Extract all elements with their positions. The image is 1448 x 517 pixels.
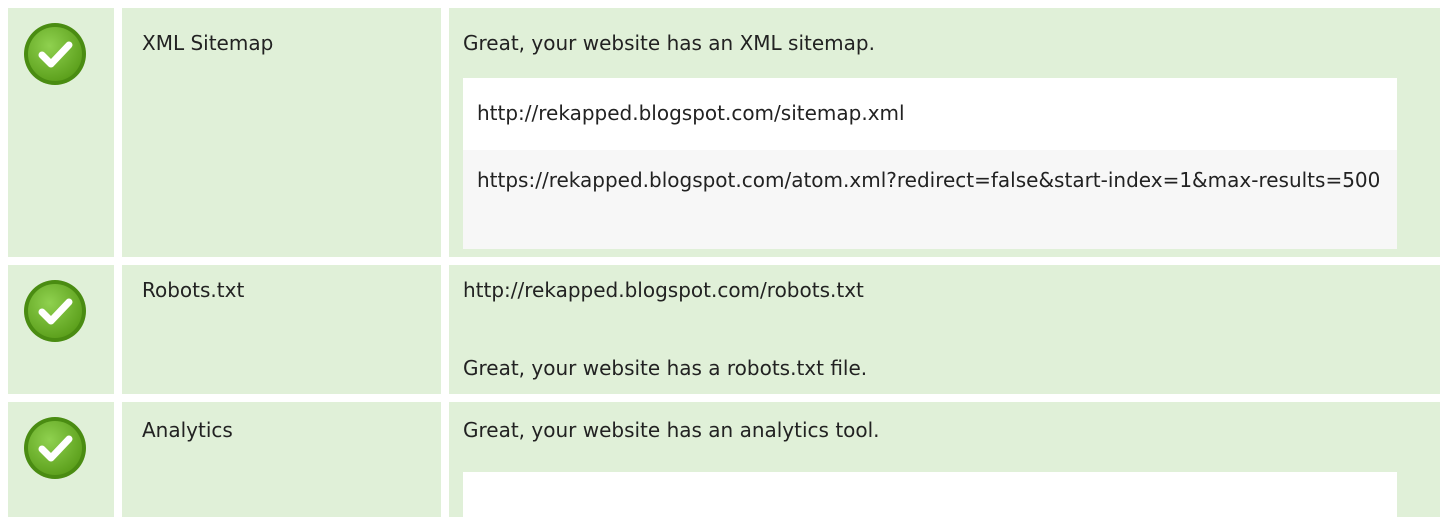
status-cell: [8, 402, 114, 517]
sitemap-url-item: https://rekapped.blogspot.com/atom.xml?r…: [463, 150, 1397, 249]
check-result-cell: Great, your website has an analytics too…: [449, 402, 1440, 517]
result-message: Great, your website has a robots.txt fil…: [463, 356, 868, 380]
robots-url: http://rekapped.blogspot.com/robots.txt: [463, 278, 864, 302]
audit-row-xml-sitemap: XML Sitemap Great, your website has an X…: [8, 8, 1440, 257]
check-name-cell: XML Sitemap: [122, 8, 441, 257]
check-name: Robots.txt: [142, 278, 245, 302]
status-cell: [8, 265, 114, 394]
sitemap-url-item: http://rekapped.blogspot.com/sitemap.xml: [463, 78, 1397, 150]
check-circle-icon: [24, 280, 86, 342]
check-name-cell: Robots.txt: [122, 265, 441, 394]
check-result-cell: Great, your website has an XML sitemap. …: [449, 8, 1440, 257]
check-name: Analytics: [142, 418, 233, 442]
check-circle-icon: [24, 417, 86, 479]
result-message: Great, your website has an analytics too…: [463, 418, 880, 442]
result-message: Great, your website has an XML sitemap.: [463, 31, 875, 55]
status-cell: [8, 8, 114, 257]
analytics-details-box: [463, 472, 1397, 517]
check-name: XML Sitemap: [142, 31, 274, 55]
check-circle-icon: [24, 23, 86, 85]
audit-row-analytics: Analytics Great, your website has an ana…: [8, 402, 1440, 517]
sitemap-url-list: http://rekapped.blogspot.com/sitemap.xml…: [463, 78, 1397, 249]
check-name-cell: Analytics: [122, 402, 441, 517]
check-result-cell: http://rekapped.blogspot.com/robots.txt …: [449, 265, 1440, 394]
audit-row-robots: Robots.txt http://rekapped.blogspot.com/…: [8, 265, 1440, 394]
